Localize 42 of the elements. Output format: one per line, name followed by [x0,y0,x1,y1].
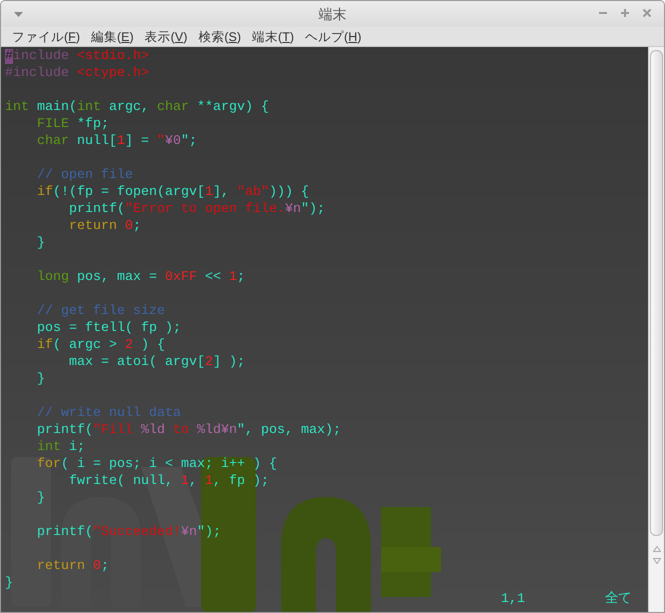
code-line: fwrite( null, 1, 1, fp ); [68,474,269,489]
code-line: } [5,576,13,591]
window-title: 端末 [318,4,346,24]
text-cursor: # [5,49,13,64]
menu-item[interactable]: 編集(E) [86,28,139,46]
code-line: printf("Succeeded!¥n"); [36,525,221,540]
code-line: printf("Error to open file.¥n"); [68,202,325,217]
scroll-range: 全て [605,591,631,608]
window-menu-icon[interactable] [14,12,23,17]
menu-item[interactable]: ヘルプ(H) [300,28,366,46]
code-line: int i; [36,440,85,455]
code-line: int main(int argc, char **argv) { [5,100,269,115]
code-line: } [36,491,45,506]
maximize-icon[interactable] [618,6,632,20]
code-line: return 0; [68,219,141,234]
code-line: // write null data [36,406,181,421]
code-line: // open file [36,168,133,183]
code-line: } [36,372,45,387]
code-line: long pos, max = 0xFF << 1; [36,270,245,285]
menu-item[interactable]: 表示(V) [140,28,192,46]
close-icon[interactable] [640,6,654,20]
code-line: // get file size [36,304,165,319]
scroll-down-icon[interactable] [652,558,660,564]
code-line: char null[1] = "¥0"; [36,134,197,149]
scrollbar-thumb[interactable] [650,50,663,536]
menu-item[interactable]: 端末(T) [247,28,300,46]
code-line: #include <ctype.h> [5,66,149,81]
scrollbar[interactable] [648,47,664,612]
code-line: if(!(fp = fopen(argv[1], "ab"))) { [36,185,309,200]
code-line: pos = ftell( fp ); [36,321,181,336]
code-line: FILE *fp; [36,117,109,132]
scroll-up-icon[interactable] [652,546,660,552]
code-line: } [36,236,45,251]
code-line: return 0; [36,559,109,574]
code-line: max = atoi( argv[2] ); [68,355,245,370]
code-line: if( argc > 2 ) { [36,338,165,353]
menu-item[interactable]: 検索(S) [193,28,246,46]
code-line: #include <stdio.h> [5,49,149,64]
code-line: for( i = pos; i < max; i++ ) { [36,457,277,472]
cursor-position: 1,1 [501,591,525,608]
code-line: printf("Fill %ld to %ld¥n", pos, max); [36,423,341,438]
menu-item[interactable]: ファイル(F) [7,28,85,46]
